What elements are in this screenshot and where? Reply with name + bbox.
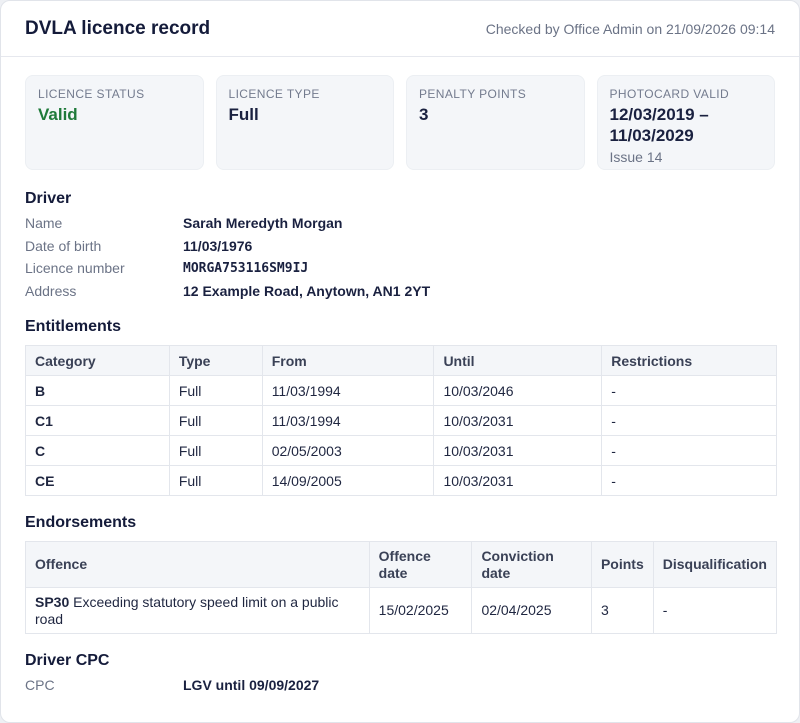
penalty-points-value: 3 xyxy=(419,105,429,124)
table-row: C1 Full 11/03/1994 10/03/2031 - xyxy=(25,405,777,436)
photocard-valid-value: 12/03/2019 – 11/03/2029 xyxy=(609,105,709,145)
category-cell: CE xyxy=(25,465,170,496)
tile-label: LICENCE TYPE xyxy=(228,87,320,101)
column-header: Until xyxy=(433,345,603,376)
points-cell: 3 xyxy=(590,587,654,634)
field-label: Name xyxy=(25,215,63,232)
card-header: DVLA licence record Checked by Office Ad… xyxy=(1,1,799,57)
driver-section-title: Driver xyxy=(25,190,72,207)
endorsements-table: Offence Offence date Conviction date Poi… xyxy=(25,541,778,634)
checked-by-text: Checked by Office Admin on 21/09/2026 09… xyxy=(485,20,775,37)
driver-dob: 11/03/1976 xyxy=(183,237,253,254)
tile-label: LICENCE STATUS xyxy=(38,87,145,101)
type-cell: Full xyxy=(168,375,263,406)
driver-dob-row: Date of birth 11/03/1976 xyxy=(25,235,775,258)
driver-name-row: Name Sarah Meredyth Morgan xyxy=(25,212,775,235)
offence-description: Exceeding statutory speed limit on a pub… xyxy=(35,593,339,627)
field-label: Licence number xyxy=(25,260,125,277)
photocard-valid-tile: PHOTOCARD VALID 12/03/2019 – 11/03/2029 … xyxy=(596,75,775,170)
cpc-row: CPC LGV until 09/09/2027 xyxy=(25,674,775,697)
column-header: Offence xyxy=(25,541,370,588)
licence-status-tile: LICENCE STATUS Valid xyxy=(25,75,204,170)
summary-tiles: LICENCE STATUS Valid LICENCE TYPE Full P… xyxy=(25,75,775,170)
address-row: Address 12 Example Road, Anytown, AN1 2Y… xyxy=(25,280,775,303)
table-row: SP30 Exceeding statutory speed limit on … xyxy=(25,587,778,634)
endorsements-section-title: Endorsements xyxy=(25,514,137,531)
licence-number-row: Licence number MORGA753116SM9IJ xyxy=(25,257,775,280)
licence-type-tile: LICENCE TYPE Full xyxy=(215,75,394,170)
licence-status-value: Valid xyxy=(38,105,78,124)
offence-date-cell: 15/02/2025 xyxy=(368,587,473,634)
entitlements-table: Category Type From Until Restrictions B … xyxy=(25,345,777,496)
column-header: Conviction date xyxy=(471,541,592,588)
cpc-section-title: Driver CPC xyxy=(25,652,110,669)
offence-cell: SP30 Exceeding statutory speed limit on … xyxy=(25,587,370,634)
until-cell: 10/03/2031 xyxy=(433,405,603,436)
until-cell: 10/03/2031 xyxy=(433,435,603,466)
column-header: Points xyxy=(590,541,654,588)
category-cell: C1 xyxy=(25,405,170,436)
restrictions-cell: - xyxy=(601,465,777,496)
from-cell: 02/05/2003 xyxy=(261,435,435,466)
conviction-date-cell: 02/04/2025 xyxy=(471,587,592,634)
column-header: Offence date xyxy=(368,541,473,588)
driver-details: Name Sarah Meredyth Morgan Date of birth… xyxy=(25,212,775,302)
table-row: CE Full 14/09/2005 10/03/2031 - xyxy=(25,465,777,496)
from-cell: 14/09/2005 xyxy=(261,465,435,496)
type-cell: Full xyxy=(168,405,263,436)
type-cell: Full xyxy=(168,435,263,466)
table-row: B Full 11/03/1994 10/03/2046 - xyxy=(25,375,777,406)
licence-type-value: Full xyxy=(228,105,259,124)
cpc-value: LGV until 09/09/2027 xyxy=(183,677,320,694)
licence-number: MORGA753116SM9IJ xyxy=(183,260,309,276)
from-cell: 11/03/1994 xyxy=(261,405,435,436)
field-label: Date of birth xyxy=(25,237,102,254)
category-cell: B xyxy=(25,375,170,406)
restrictions-cell: - xyxy=(601,375,777,406)
column-header: Type xyxy=(168,345,263,376)
until-cell: 10/03/2046 xyxy=(433,375,603,406)
column-header: From xyxy=(261,345,435,376)
driver-name: Sarah Meredyth Morgan xyxy=(183,215,343,232)
penalty-points-tile: PENALTY POINTS 3 xyxy=(406,75,585,170)
entitlements-section-title: Entitlements xyxy=(25,318,122,335)
column-header: Category xyxy=(25,345,170,376)
column-header: Disqualification xyxy=(652,541,778,588)
table-header-row: Category Type From Until Restrictions xyxy=(25,345,777,376)
disqualification-cell: - xyxy=(652,587,778,634)
category-cell: C xyxy=(25,435,170,466)
from-cell: 11/03/1994 xyxy=(261,375,435,406)
photocard-issue: Issue 14 xyxy=(609,149,663,165)
offence-code: SP30 xyxy=(35,593,70,610)
column-header: Restrictions xyxy=(601,345,777,376)
until-cell: 10/03/2031 xyxy=(433,465,603,496)
restrictions-cell: - xyxy=(601,435,777,466)
table-row: C Full 02/05/2003 10/03/2031 - xyxy=(25,435,777,466)
restrictions-cell: - xyxy=(601,405,777,436)
field-label: Address xyxy=(25,282,77,299)
licence-record-card: DVLA licence record Checked by Office Ad… xyxy=(0,0,800,723)
tile-label: PENALTY POINTS xyxy=(419,87,527,101)
type-cell: Full xyxy=(168,465,263,496)
table-header-row: Offence Offence date Conviction date Poi… xyxy=(25,541,778,588)
page-title: DVLA licence record xyxy=(25,17,211,39)
address: 12 Example Road, Anytown, AN1 2YT xyxy=(183,282,431,299)
field-label: CPC xyxy=(25,677,55,694)
tile-label: PHOTOCARD VALID xyxy=(609,87,730,101)
